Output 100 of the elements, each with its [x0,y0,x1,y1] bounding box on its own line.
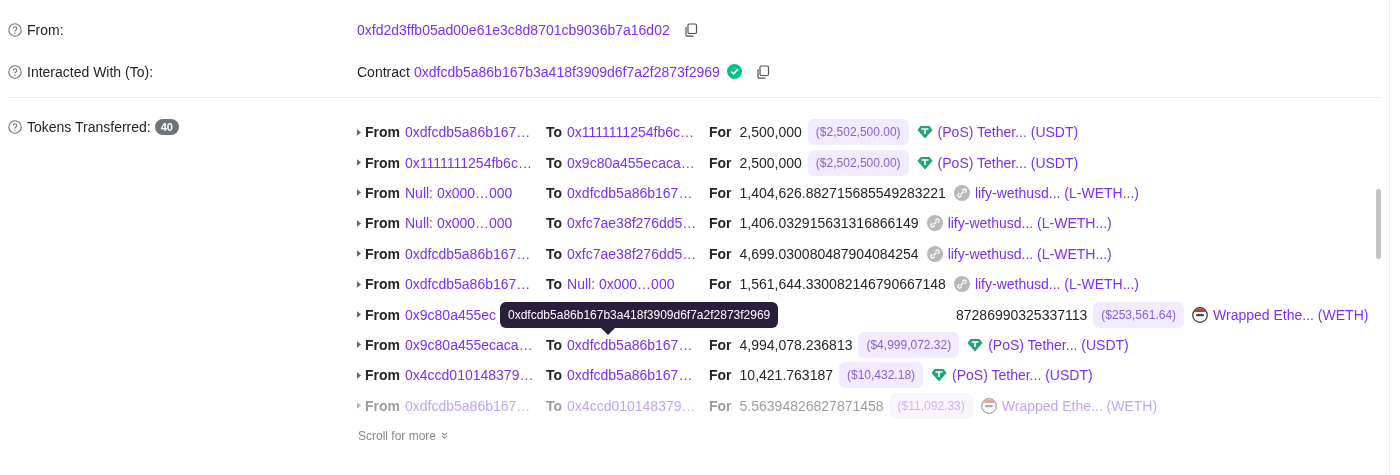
caret-icon[interactable] [357,311,361,319]
link-icon [926,215,943,232]
help-icon[interactable] [8,22,22,37]
address-link[interactable]: 0xdfcdb5a86b167b3a418f3909d6f7a2f2873f2969 [413,63,720,80]
token-amount: 5.56394826827871458 [739,397,884,414]
field-label: Tokens Transferred: [27,119,151,135]
caret-icon[interactable] [357,219,361,227]
token-link[interactable]: lify-wethusd... (L-WETH...) [974,184,1140,201]
double-chevron-icon[interactable] [441,432,449,440]
token-link[interactable]: (PoS) Tether... (USDT) [937,154,1079,171]
caret-icon[interactable] [357,250,361,258]
diamond-icon [967,337,984,352]
address-link[interactable]: Null: 0x000…000 [405,215,513,232]
token-amount: 10,421.763187 [739,367,833,384]
caret-icon[interactable] [357,280,361,288]
token-amount: 2,500,000 [739,154,802,171]
link-icon [926,245,943,262]
token-amount: 1,561,644.330082146790667148 [739,276,946,293]
token-link[interactable]: lify-wethusd... (L-WETH...) [947,245,1112,262]
scroll-hint[interactable]: Scroll for more [358,428,437,443]
address-link[interactable]: 0xdfcdb5a86b167… [405,276,531,293]
to-label: To [546,245,563,262]
field-label: Interacted With (To): [27,63,154,80]
from-label: From [365,336,400,353]
diamond-icon [931,368,948,383]
to-label: To [546,215,563,232]
copy-icon[interactable] [683,22,698,37]
from-label: From [365,397,400,414]
from-label: From [365,184,400,201]
address-link[interactable]: Null: 0x000…000 [405,184,513,201]
for-label: For [709,245,732,262]
to-label: To [546,184,563,201]
field-label: From: [27,21,64,38]
for-label: For [709,124,732,141]
usd-value: ($2,502,500.00) [807,119,909,146]
tooltip-pointer [601,328,615,335]
from-label: From [365,367,400,384]
caret-icon[interactable] [357,371,361,379]
link-icon [953,276,970,293]
for-label: For [709,154,732,171]
address-link[interactable]: 0x1111111254fb6c… [567,124,694,141]
to-label: To [546,154,563,171]
token-amount: 87286990325337113 [956,306,1088,323]
address-link[interactable]: Null: 0x000…000 [567,276,675,293]
help-icon[interactable] [8,64,22,79]
to-label: To [546,336,563,353]
token-amount: 1,404,626.882715685549283221 [739,184,946,201]
to-label: To [546,276,563,293]
help-icon[interactable] [8,120,22,134]
diamond-icon [916,125,933,140]
token-amount: 4,699.030080487904084254 [739,245,919,262]
token-link[interactable]: lify-wethusd... (L-WETH...) [974,276,1140,293]
to-label: To [546,367,563,384]
usd-value: ($253,561.64) [1093,301,1185,328]
coin-icon [1192,306,1209,323]
caret-icon[interactable] [357,128,361,136]
usd-value: ($11,092.33) [889,392,973,419]
for-label: For [709,276,732,293]
address-link[interactable]: 0xdfcdb5a86b167… [567,336,693,353]
address-link[interactable]: 0xdfcdb5a86b167… [567,184,693,201]
from-label: From [365,154,400,171]
address-link[interactable]: 0xfc7ae38f276dd5… [567,245,697,262]
from-label: From [365,124,400,141]
contract-label: Contract [357,63,410,80]
for-label: For [709,215,732,232]
token-link[interactable]: Wrapped Ethe... (WETH) [1213,306,1369,323]
token-amount: 2,500,000 [739,124,802,141]
token-amount: 4,994,078.236813 [739,336,853,353]
address-link[interactable]: 0xfc7ae38f276dd5… [567,215,697,232]
address-link[interactable]: 0xdfcdb5a86b167… [405,124,531,141]
to-label: To [546,124,563,141]
for-label: For [709,397,732,414]
for-label: For [709,336,732,353]
address-link[interactable]: 0x9c80a455ecaca… [405,336,533,353]
from-label: From [365,276,400,293]
token-link[interactable]: lify-wethusd... (L-WETH...) [947,215,1112,232]
count-badge: 40 [154,119,179,135]
usd-value: ($2,502,500.00) [807,149,909,176]
address-link[interactable]: 0x4ccd010148379… [405,367,534,384]
for-label: For [709,184,732,201]
for-label: For [709,367,732,384]
address-link[interactable]: 0x1111111254fb6c… [405,154,532,171]
usd-value: ($10,432.18) [839,362,924,389]
from-label: From [365,245,400,262]
token-link[interactable]: (PoS) Tether... (USDT) [988,336,1129,353]
address-link[interactable]: 0xdfcdb5a86b167… [405,245,531,262]
diamond-icon [916,155,933,170]
token-link[interactable]: (PoS) Tether... (USDT) [937,124,1079,141]
scrollbar[interactable] [1376,189,1381,259]
to-label: To [546,397,563,414]
address-link[interactable]: 0x9c80a455ec [405,306,497,323]
token-amount: 1,406.032915631316866149 [739,215,919,232]
address-link[interactable]: 0x9c80a455ecaca… [567,154,695,171]
caret-icon[interactable] [357,189,361,197]
token-link[interactable]: (PoS) Tether... (USDT) [952,367,1093,384]
address-link[interactable]: 0xfd2d3ffb05ad00e61e3c8d8701cb9036b7a16d02 [357,21,670,38]
address-link[interactable]: 0xdfcdb5a86b167… [567,367,693,384]
caret-icon[interactable] [357,341,361,349]
copy-icon[interactable] [755,64,770,79]
caret-icon[interactable] [357,159,361,167]
